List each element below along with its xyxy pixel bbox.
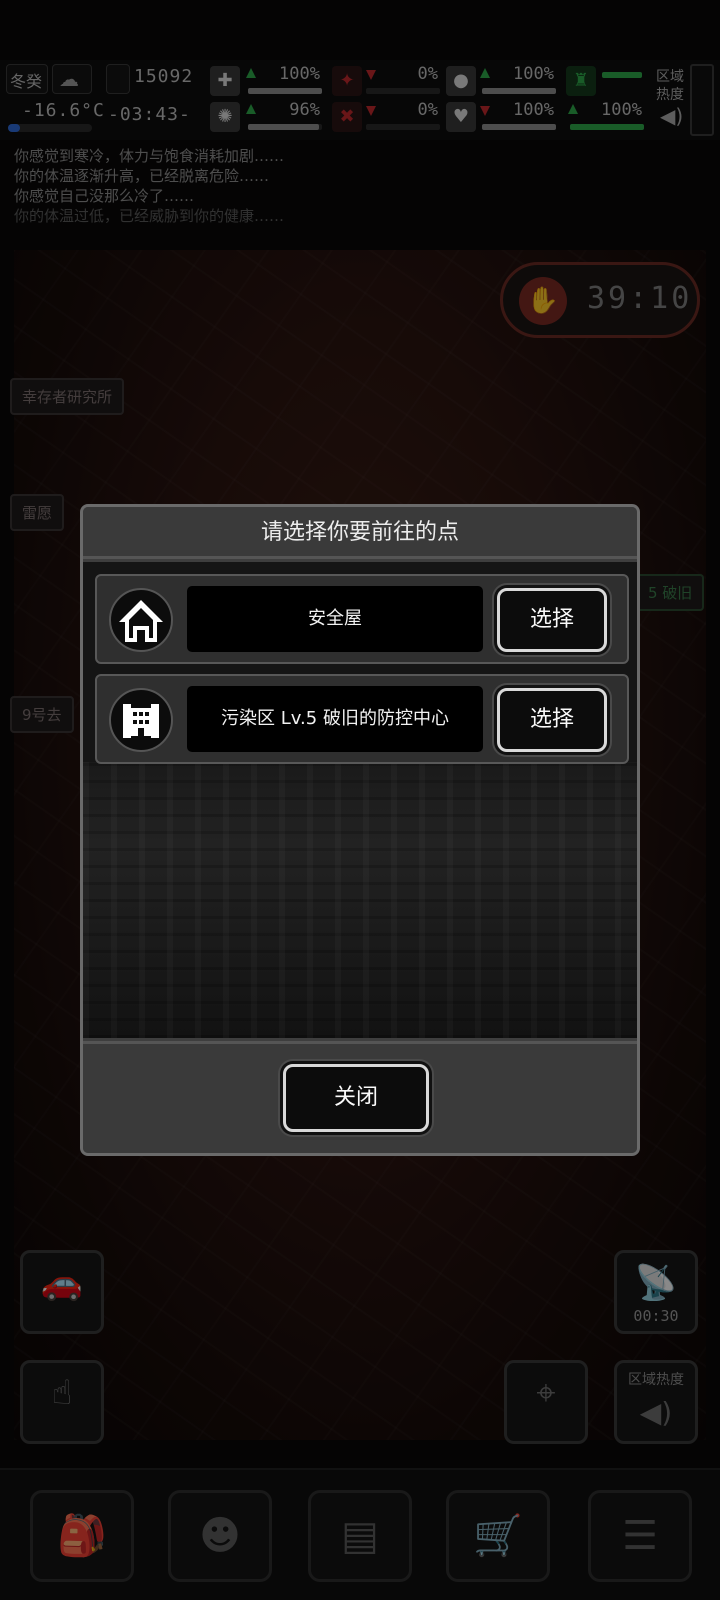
building-icon	[109, 688, 173, 752]
select-button[interactable]: 选择	[497, 588, 607, 652]
destination-dialog: 请选择你要前往的点 安全屋 选择 污染区 Lv.5 破旧的防控中心 选择 关闭	[80, 504, 640, 1156]
dialog-footer: 关闭	[83, 1041, 637, 1153]
destination-row: 安全屋 选择	[95, 574, 629, 664]
destination-list: 安全屋 选择 污染区 Lv.5 破旧的防控中心 选择	[83, 562, 637, 1038]
destination-name: 污染区 Lv.5 破旧的防控中心	[187, 686, 483, 752]
house-icon	[109, 588, 173, 652]
close-button[interactable]: 关闭	[283, 1064, 429, 1132]
destination-name: 安全屋	[187, 586, 483, 652]
destination-row: 污染区 Lv.5 破旧的防控中心 选择	[95, 674, 629, 764]
dialog-title: 请选择你要前往的点	[83, 507, 637, 559]
ruins-background-image	[83, 762, 637, 1038]
select-button[interactable]: 选择	[497, 688, 607, 752]
